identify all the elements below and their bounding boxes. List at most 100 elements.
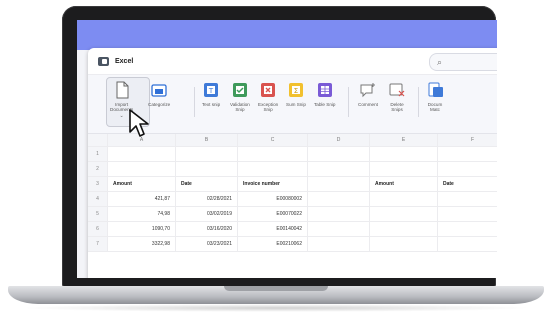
excel-window: Excel ⌕ Import Documents ⌄ Categorize T … bbox=[88, 48, 497, 278]
cell[interactable] bbox=[370, 207, 438, 221]
cell[interactable] bbox=[438, 147, 497, 161]
cell[interactable] bbox=[370, 162, 438, 176]
ribbon-separator bbox=[418, 87, 419, 117]
row-number[interactable]: 2 bbox=[88, 162, 108, 176]
date-cell[interactable]: 03/02/2019 bbox=[176, 207, 238, 221]
text-snip-icon: T bbox=[204, 83, 219, 97]
cell[interactable] bbox=[438, 222, 497, 236]
sum-snip-button[interactable]: Σ Sum Snip bbox=[286, 81, 306, 107]
sum-icon: Σ bbox=[288, 83, 303, 97]
cell[interactable] bbox=[438, 207, 497, 221]
svg-text:T: T bbox=[208, 87, 214, 95]
search-icon[interactable]: ⌕ bbox=[437, 57, 442, 68]
desktop-background bbox=[77, 20, 497, 50]
cell[interactable] bbox=[308, 177, 370, 191]
cell[interactable] bbox=[370, 192, 438, 206]
folder-icon bbox=[151, 84, 167, 97]
amount-cell[interactable]: 421,87 bbox=[108, 192, 176, 206]
laptop-shadow bbox=[20, 304, 532, 312]
cell[interactable] bbox=[308, 192, 370, 206]
table-snip-label: Table Snip bbox=[314, 102, 336, 107]
cell[interactable] bbox=[438, 192, 497, 206]
row-number[interactable]: 5 bbox=[88, 207, 108, 221]
cell[interactable] bbox=[238, 147, 308, 161]
table-row: 4 421,87 02/28/2021 E00080002 bbox=[88, 192, 497, 207]
cell[interactable] bbox=[308, 237, 370, 251]
laptop-notch bbox=[224, 286, 328, 291]
ribbon-separator bbox=[194, 87, 195, 117]
ribbon-separator bbox=[348, 87, 349, 117]
cell[interactable] bbox=[108, 147, 176, 161]
header-cell-date-2[interactable]: Date bbox=[438, 177, 497, 191]
column-header-e[interactable]: E bbox=[370, 134, 438, 146]
table-row: 7 3322,98 03/23/2021 E00210062 bbox=[88, 237, 497, 252]
row-number[interactable]: 3 bbox=[88, 177, 108, 191]
categorize-label: Categorize bbox=[148, 102, 171, 107]
date-cell[interactable]: 02/28/2021 bbox=[176, 192, 238, 206]
row-number[interactable]: 7 bbox=[88, 237, 108, 251]
cell[interactable] bbox=[308, 147, 370, 161]
comment-icon bbox=[360, 83, 375, 98]
date-cell[interactable]: 03/23/2021 bbox=[176, 237, 238, 251]
column-header-b[interactable]: B bbox=[176, 134, 238, 146]
delete-snips-button[interactable]: Delete Snips bbox=[388, 81, 406, 113]
column-header-d[interactable]: D bbox=[308, 134, 370, 146]
categorize-button[interactable]: Categorize bbox=[148, 81, 170, 107]
svg-text:Σ: Σ bbox=[294, 87, 298, 95]
search-box[interactable]: ⌕ bbox=[429, 53, 497, 71]
table-row: 6 1090,70 03/16/2020 E00140042 bbox=[88, 222, 497, 237]
header-cell-date[interactable]: Date bbox=[176, 177, 238, 191]
header-cell-amount[interactable]: Amount bbox=[108, 177, 176, 191]
corner-cell[interactable] bbox=[88, 134, 108, 146]
validation-check-icon bbox=[232, 83, 247, 97]
cell[interactable] bbox=[438, 162, 497, 176]
invoice-cell[interactable]: E00080002 bbox=[238, 192, 308, 206]
invoice-cell[interactable]: E00210062 bbox=[238, 237, 308, 251]
comment-button[interactable]: Comment bbox=[358, 81, 378, 107]
column-header-f[interactable]: F bbox=[438, 134, 497, 146]
row-number[interactable]: 1 bbox=[88, 147, 108, 161]
table-row: 5 74,98 03/02/2019 E00070022 bbox=[88, 207, 497, 222]
invoice-cell[interactable]: E00140042 bbox=[238, 222, 308, 236]
document-icon bbox=[116, 81, 129, 99]
exception-snip-label: Exception Snip bbox=[258, 102, 279, 113]
cell[interactable] bbox=[176, 162, 238, 176]
column-header-c[interactable]: C bbox=[238, 134, 308, 146]
date-cell[interactable]: 03/16/2020 bbox=[176, 222, 238, 236]
spreadsheet-grid: A B C D E F 1 2 3 Amount Date Invoice nu… bbox=[88, 134, 497, 252]
document-match-button[interactable]: Docum Matc bbox=[426, 81, 444, 113]
header-cell-invoice-number[interactable]: Invoice number bbox=[238, 177, 308, 191]
text-snip-button[interactable]: T Text snip bbox=[202, 81, 220, 107]
amount-cell[interactable]: 3322,98 bbox=[108, 237, 176, 251]
cell[interactable] bbox=[370, 237, 438, 251]
cell[interactable] bbox=[438, 237, 497, 251]
excel-app-icon bbox=[98, 56, 109, 66]
table-icon bbox=[317, 83, 332, 97]
validation-snip-label: Validation Snip bbox=[230, 102, 250, 113]
table-row: 3 Amount Date Invoice number Amount Date bbox=[88, 177, 497, 192]
cell[interactable] bbox=[370, 222, 438, 236]
exception-snip-button[interactable]: Exception Snip bbox=[258, 81, 278, 113]
cell[interactable] bbox=[238, 162, 308, 176]
chevron-down-icon[interactable]: ⌄ bbox=[120, 113, 124, 119]
delete-snips-label: Delete Snips bbox=[390, 102, 404, 113]
invoice-cell[interactable]: E00070022 bbox=[238, 207, 308, 221]
cell[interactable] bbox=[108, 162, 176, 176]
table-snip-button[interactable]: Table Snip bbox=[314, 81, 335, 107]
amount-cell[interactable]: 74,98 bbox=[108, 207, 176, 221]
header-cell-amount-2[interactable]: Amount bbox=[370, 177, 438, 191]
delete-icon bbox=[389, 83, 405, 97]
sum-snip-label: Sum Snip bbox=[286, 102, 306, 107]
cell[interactable] bbox=[176, 147, 238, 161]
cell[interactable] bbox=[308, 207, 370, 221]
amount-cell[interactable]: 1090,70 bbox=[108, 222, 176, 236]
cell[interactable] bbox=[308, 162, 370, 176]
text-snip-label: Text snip bbox=[202, 102, 221, 107]
row-number[interactable]: 6 bbox=[88, 222, 108, 236]
cell[interactable] bbox=[370, 147, 438, 161]
cell[interactable] bbox=[308, 222, 370, 236]
document-match-icon bbox=[428, 82, 443, 97]
mouse-cursor-icon bbox=[129, 109, 149, 137]
row-number[interactable]: 4 bbox=[88, 192, 108, 206]
validation-snip-button[interactable]: Validation Snip bbox=[230, 81, 250, 113]
